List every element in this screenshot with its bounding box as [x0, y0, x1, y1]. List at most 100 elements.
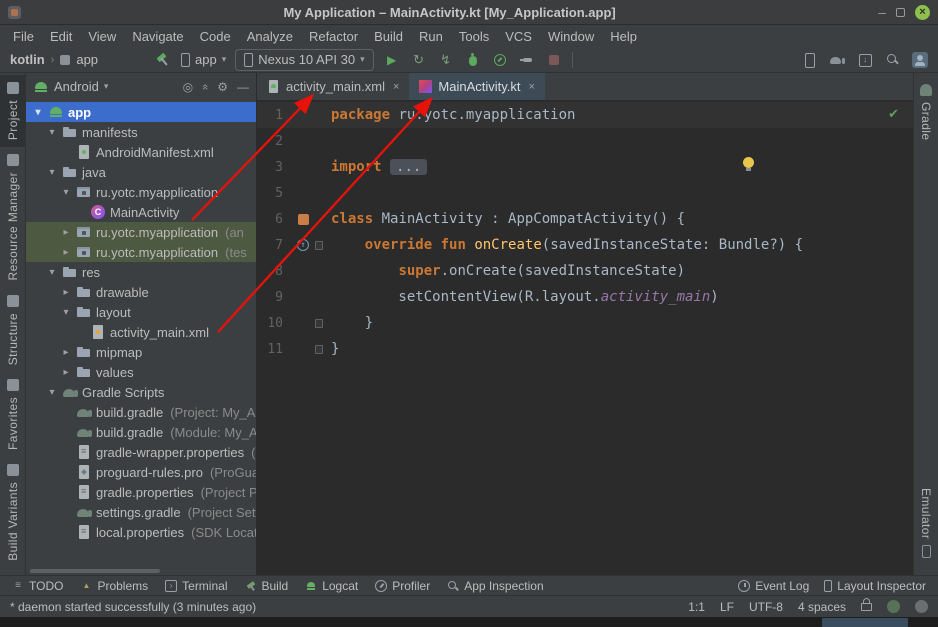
code-line-11[interactable]: 11} — [257, 336, 913, 362]
close-tab-icon[interactable]: × — [393, 81, 399, 93]
menu-item-run[interactable]: Run — [412, 27, 450, 46]
code-area[interactable]: 1package ru.yotc.myapplication23import .… — [257, 102, 913, 362]
tree-item-settings-gradle[interactable]: settings.gradle(Project Setti — [26, 502, 256, 522]
code-line-3[interactable]: 3import ... — [257, 154, 913, 180]
tool-tab-logcat[interactable]: Logcat — [305, 579, 358, 593]
chevron-down-icon[interactable]: ▾ — [46, 387, 58, 398]
stop-button[interactable] — [545, 51, 563, 69]
class-gutter-icon[interactable] — [298, 214, 309, 225]
caret-position[interactable]: 1:1 — [688, 600, 705, 614]
project-horizontal-scrollbar[interactable] — [26, 567, 256, 575]
tree-item-layout[interactable]: ▾layout — [26, 302, 256, 322]
minimize-button[interactable]: – — [878, 7, 886, 17]
apply-code-changes-button[interactable]: ↯ — [437, 51, 455, 69]
apply-changes-button[interactable]: ↻ — [410, 51, 428, 69]
menu-item-code[interactable]: Code — [193, 27, 238, 46]
tree-item-values[interactable]: ▸values — [26, 362, 256, 382]
profile-button[interactable] — [491, 51, 509, 69]
menu-item-tools[interactable]: Tools — [452, 27, 496, 46]
chevron-down-icon[interactable]: ▾ — [60, 307, 72, 318]
chevron-right-icon[interactable]: ▸ — [60, 247, 72, 258]
menu-item-file[interactable]: File — [6, 27, 41, 46]
chevron-right-icon[interactable]: ▸ — [60, 347, 72, 358]
build-hammer-icon[interactable] — [154, 51, 172, 69]
run-button[interactable]: ▶ — [383, 51, 401, 69]
line-number[interactable]: 6 — [257, 212, 293, 227]
maximize-button[interactable] — [896, 8, 905, 17]
menu-item-navigate[interactable]: Navigate — [125, 27, 190, 46]
tool-tab-terminal[interactable]: Terminal — [165, 579, 227, 593]
search-everywhere-button[interactable] — [884, 51, 902, 69]
hide-panel-icon[interactable]: — — [237, 80, 249, 94]
line-number[interactable]: 7 — [257, 238, 293, 253]
tree-item-ru-yotc-myapplication[interactable]: ▸ru.yotc.myapplication(an — [26, 222, 256, 242]
tool-button-resource-manager[interactable]: Resource Manager — [0, 147, 25, 287]
line-number[interactable]: 9 — [257, 290, 293, 305]
menu-item-build[interactable]: Build — [367, 27, 410, 46]
tree-item-gradle-wrapper-properties[interactable]: gradle-wrapper.properties( — [26, 442, 256, 462]
menu-item-help[interactable]: Help — [603, 27, 644, 46]
line-number[interactable]: 1 — [257, 108, 293, 123]
project-view-selector[interactable]: Android — [54, 79, 99, 94]
line-number[interactable]: 3 — [257, 160, 293, 175]
code-line-9[interactable]: 9 setContentView(R.layout.activity_main) — [257, 284, 913, 310]
chevron-down-icon[interactable]: ▾ — [46, 267, 58, 278]
chevron-down-icon[interactable]: ▾ — [60, 187, 72, 198]
scrollbar-thumb[interactable] — [30, 569, 160, 573]
tree-item-mipmap[interactable]: ▸mipmap — [26, 342, 256, 362]
chevron-right-icon[interactable]: ▸ — [60, 287, 72, 298]
close-button[interactable]: × — [915, 5, 930, 20]
file-encoding[interactable]: UTF-8 — [749, 600, 783, 614]
line-separator[interactable]: LF — [720, 600, 734, 614]
code-editor[interactable]: 1package ru.yotc.myapplication23import .… — [257, 100, 913, 575]
code-line-6[interactable]: 6class MainActivity : AppCompatActivity(… — [257, 206, 913, 232]
tool-tab-todo[interactable]: TODO — [12, 579, 63, 593]
device-dropdown[interactable]: Nexus 10 API 30 ▾ — [235, 49, 373, 71]
device-manager-button[interactable] — [800, 51, 818, 69]
intention-bulb-icon[interactable] — [743, 157, 754, 168]
indent-size[interactable]: 4 spaces — [798, 600, 846, 614]
tool-button-project[interactable]: Project — [0, 75, 25, 147]
tool-tab-layout-inspector[interactable]: Layout Inspector — [824, 579, 926, 593]
editor-tab-activity-main-xml[interactable]: activity_main.xml× — [257, 73, 409, 100]
chevron-right-icon[interactable]: ▸ — [60, 367, 72, 378]
fold-marker-icon[interactable] — [315, 345, 323, 354]
editor-tab-mainactivity-kt[interactable]: MainActivity.kt× — [409, 73, 545, 100]
tree-item-res[interactable]: ▾res — [26, 262, 256, 282]
code-line-7[interactable]: 7↑ override fun onCreate(savedInstanceSt… — [257, 232, 913, 258]
code-line-2[interactable]: 2 — [257, 128, 913, 154]
attach-debugger-button[interactable] — [518, 51, 536, 69]
debug-button[interactable] — [464, 51, 482, 69]
menu-item-refactor[interactable]: Refactor — [302, 27, 365, 46]
tree-item-proguard-rules-pro[interactable]: proguard-rules.pro(ProGuar — [26, 462, 256, 482]
line-number[interactable]: 8 — [257, 264, 293, 279]
tool-tab-app-inspection[interactable]: App Inspection — [447, 579, 543, 593]
settings-gear-icon[interactable]: ⚙ — [217, 80, 228, 94]
tree-item-ru-yotc-myapplication[interactable]: ▸ru.yotc.myapplication(tes — [26, 242, 256, 262]
breadcrumb-app[interactable]: app — [76, 52, 98, 67]
collapse-all-icon[interactable]: « — [199, 83, 211, 89]
tree-item-build-gradle[interactable]: build.gradle(Project: My_Ap — [26, 402, 256, 422]
tool-button-structure[interactable]: Structure — [0, 288, 25, 372]
chevron-right-icon[interactable]: ▸ — [60, 227, 72, 238]
line-number[interactable]: 10 — [257, 316, 293, 331]
read-only-lock-icon[interactable] — [861, 603, 872, 611]
override-method-gutter-icon[interactable]: ↑ — [297, 239, 309, 251]
tree-item-mainactivity[interactable]: MainActivity — [26, 202, 256, 222]
menu-item-vcs[interactable]: VCS — [498, 27, 539, 46]
chevron-down-icon[interactable]: ▾ — [46, 167, 58, 178]
tree-item-app[interactable]: ▾app — [26, 102, 256, 122]
tree-item-manifests[interactable]: ▾manifests — [26, 122, 256, 142]
code-line-5[interactable]: 5 — [257, 180, 913, 206]
inspection-ok-icon[interactable]: ✔ — [888, 106, 899, 122]
tool-button-build-variants[interactable]: Build Variants — [0, 457, 25, 568]
breadcrumb-kotlin[interactable]: kotlin — [10, 52, 45, 67]
tree-item-gradle-scripts[interactable]: ▾Gradle Scripts — [26, 382, 256, 402]
tree-item-java[interactable]: ▾java — [26, 162, 256, 182]
menu-item-edit[interactable]: Edit — [43, 27, 79, 46]
tree-item-build-gradle[interactable]: build.gradle(Module: My_Ap — [26, 422, 256, 442]
tool-button-gradle[interactable]: Gradle — [914, 77, 938, 147]
close-tab-icon[interactable]: × — [529, 81, 535, 93]
locate-file-icon[interactable]: ◎ — [183, 80, 193, 94]
tree-item-drawable[interactable]: ▸drawable — [26, 282, 256, 302]
